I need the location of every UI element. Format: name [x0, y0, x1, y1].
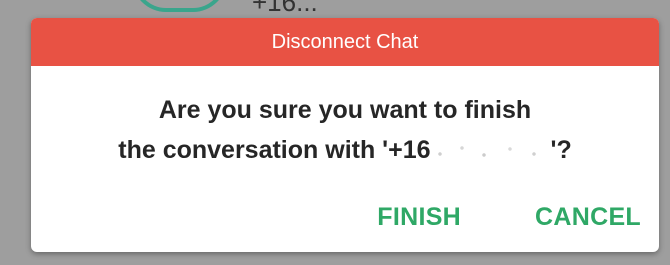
message-prefix: the conversation with '+16 [118, 136, 431, 164]
dialog-message-line-1: Are you sure you want to finish [158, 96, 532, 124]
dialog-title: Disconnect Chat [271, 30, 419, 53]
background-chat-title: +16... [252, 0, 318, 17]
disconnect-chat-dialog: Disconnect Chat Are you sure you want to… [31, 18, 659, 252]
cancel-button[interactable]: CANCEL [535, 203, 641, 232]
dialog-actions: FINISH CANCEL [377, 203, 641, 232]
finish-button[interactable]: FINISH [377, 203, 461, 232]
redacted-phone-number [431, 142, 550, 161]
message-suffix: '? [550, 136, 572, 164]
dialog-header: Disconnect Chat [31, 18, 659, 66]
dialog-message-line-2: the conversation with '+16 '? [31, 130, 659, 170]
background-avatar-arc [132, 0, 227, 12]
dialog-message: Are you sure you want to finish the conv… [31, 66, 659, 170]
